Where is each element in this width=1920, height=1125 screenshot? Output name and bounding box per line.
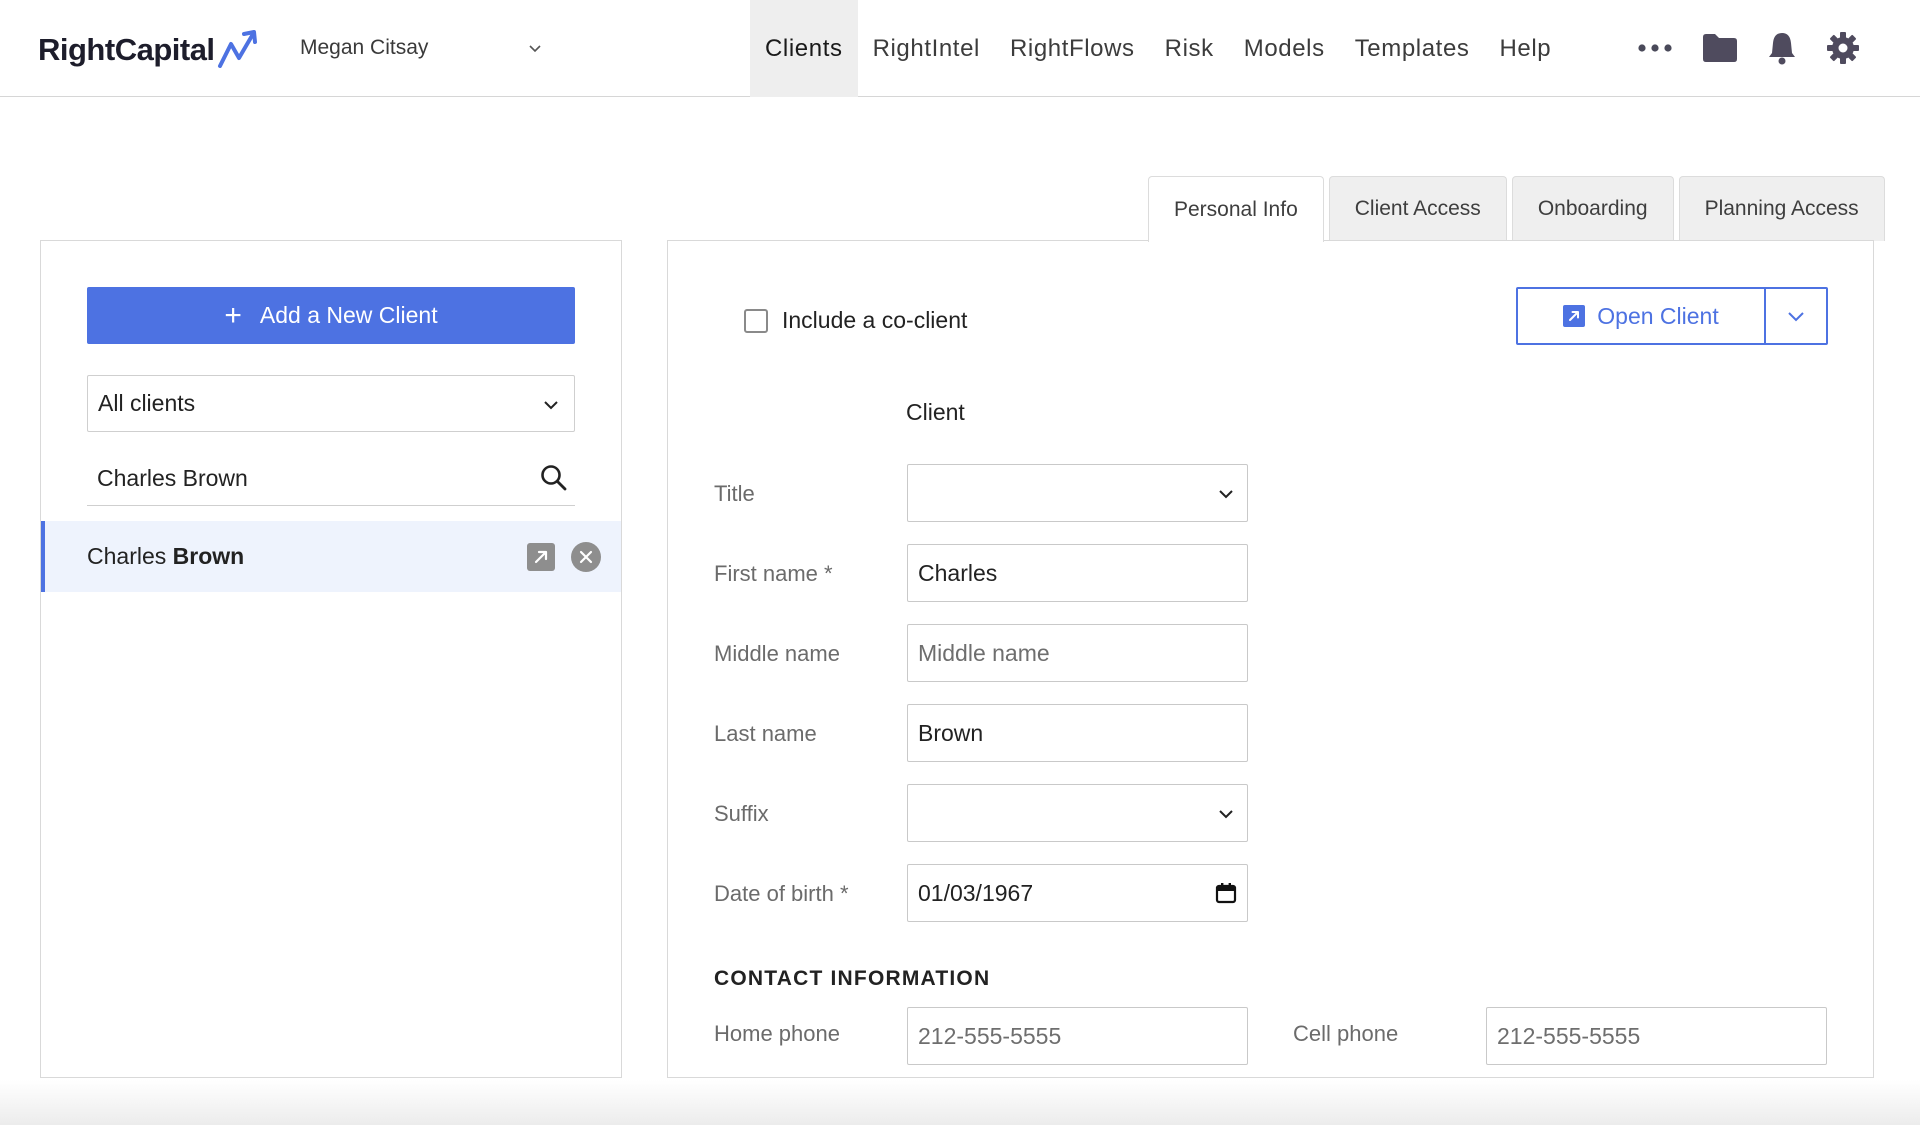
logo[interactable]: RightCapital [38, 28, 261, 68]
search-icon[interactable] [539, 463, 569, 493]
last-name-input[interactable] [907, 704, 1248, 762]
suffix-select[interactable] [907, 784, 1248, 842]
middle-name-label: Middle name [714, 641, 840, 666]
nav-clients[interactable]: Clients [750, 0, 858, 97]
folder-icon[interactable] [1700, 28, 1740, 68]
personal-info-panel: Include a co-client Open Client Client T… [667, 240, 1874, 1078]
contact-section-title: CONTACT INFORMATION [714, 967, 991, 990]
nav-models[interactable]: Models [1229, 0, 1340, 97]
top-bar: RightCapital Megan Citsay Clients RightI… [0, 0, 1920, 97]
dob-label: Date of birth * [714, 881, 849, 906]
client-search-input[interactable] [87, 464, 527, 492]
first-name-input[interactable] [907, 544, 1248, 602]
middle-name-input[interactable] [907, 624, 1248, 682]
title-label: Title [714, 481, 755, 506]
main-nav: Clients RightIntel RightFlows Risk Model… [750, 0, 1566, 97]
tab-planning-access[interactable]: Planning Access [1678, 176, 1885, 241]
nav-rightintel[interactable]: RightIntel [858, 0, 995, 97]
bell-icon[interactable] [1762, 28, 1802, 68]
open-client-menu-toggle[interactable] [1766, 289, 1826, 343]
bottom-edge [0, 1080, 1920, 1125]
client-list-panel: + Add a New Client All clients Charles B… [40, 240, 622, 1078]
title-select[interactable] [907, 464, 1248, 522]
chevron-down-icon [1219, 810, 1233, 819]
logo-arrow-icon [217, 30, 257, 68]
nav-risk[interactable]: Risk [1150, 0, 1229, 97]
more-icon[interactable] [1635, 28, 1675, 68]
suffix-label: Suffix [714, 801, 769, 826]
client-filter-select[interactable]: All clients [87, 375, 575, 432]
dob-value: 01/03/1967 [918, 879, 1034, 906]
open-client-button[interactable]: Open Client [1518, 289, 1766, 343]
coclient-toggle[interactable]: Include a co-client [744, 307, 967, 334]
nav-templates[interactable]: Templates [1340, 0, 1485, 97]
coclient-checkbox[interactable] [744, 308, 768, 333]
open-external-icon [1563, 305, 1586, 327]
last-name-label: Last name [714, 721, 817, 746]
open-external-icon[interactable] [527, 543, 555, 571]
first-name-label: First name * [714, 561, 833, 586]
tab-onboarding[interactable]: Onboarding [1511, 176, 1674, 241]
client-search [87, 451, 575, 506]
add-client-button[interactable]: + Add a New Client [87, 287, 575, 344]
client-filter-value: All clients [98, 390, 196, 416]
client-column-header: Client [906, 399, 965, 425]
add-client-label: Add a New Client [259, 302, 438, 328]
calendar-icon[interactable] [1215, 882, 1237, 904]
client-list-item-name: Charles Brown [87, 543, 245, 569]
nav-help[interactable]: Help [1485, 0, 1567, 97]
tab-personal-info[interactable]: Personal Info [1148, 176, 1324, 242]
cell-phone-label: Cell phone [1293, 1021, 1399, 1046]
advisor-name[interactable]: Megan Citsay [300, 36, 428, 60]
home-phone-input[interactable] [907, 1007, 1248, 1065]
chevron-down-icon[interactable] [527, 40, 543, 56]
chevron-down-icon [1788, 312, 1804, 322]
cell-phone-input[interactable] [1486, 1007, 1827, 1065]
open-client-label: Open Client [1597, 302, 1719, 329]
plus-icon: + [224, 298, 242, 332]
client-list-item[interactable]: Charles Brown [41, 521, 621, 592]
logo-text: RightCapital [38, 32, 215, 67]
nav-rightflows[interactable]: RightFlows [995, 0, 1150, 97]
chevron-down-icon [1219, 490, 1233, 499]
chevron-down-icon [544, 401, 558, 410]
client-tabs: Personal Info Client Access Onboarding P… [1148, 176, 1890, 242]
remove-client-icon[interactable] [571, 542, 601, 572]
tab-client-access[interactable]: Client Access [1328, 176, 1507, 241]
open-client-split-button: Open Client [1516, 287, 1828, 345]
coclient-label: Include a co-client [782, 307, 968, 333]
gear-icon[interactable] [1823, 28, 1863, 68]
home-phone-label: Home phone [714, 1021, 840, 1046]
dob-input[interactable]: 01/03/1967 [907, 864, 1248, 922]
